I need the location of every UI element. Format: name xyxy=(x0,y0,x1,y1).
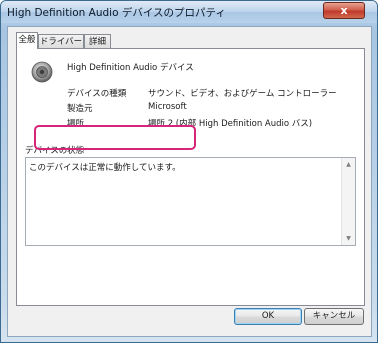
status-scrollbar[interactable]: ▲ ▼ xyxy=(341,158,355,245)
close-icon: x xyxy=(340,4,348,17)
window-title: High Definition Audio デバイスのプロパティ xyxy=(7,7,226,19)
location-label: 場所 xyxy=(67,119,85,129)
tab-details[interactable]: 詳細 xyxy=(84,34,111,49)
manufacturer-label: 製造元 xyxy=(67,104,93,114)
title-bar[interactable]: High Definition Audio デバイスのプロパティ x xyxy=(1,1,377,23)
device-status-textbox[interactable]: このデバイスは正常に動作しています。 ▲ ▼ xyxy=(25,157,356,246)
speaker-icon xyxy=(31,61,53,83)
device-type-label: デバイスの種類 xyxy=(67,89,127,99)
scroll-up-icon[interactable]: ▲ xyxy=(342,158,355,171)
device-status-label: デバイスの状態 xyxy=(25,146,85,156)
device-status-text: このデバイスは正常に動作しています。 xyxy=(29,163,181,173)
manufacturer-value: Microsoft xyxy=(148,102,187,112)
location-value: 場所 2 (内部 High Definition Audio バス) xyxy=(148,119,313,129)
general-tab-panel: High Definition Audio デバイス デバイスの種類 サウンド、… xyxy=(16,48,365,306)
close-button[interactable]: x xyxy=(323,2,365,19)
device-type-value: サウンド、ビデオ、およびゲーム コントローラー xyxy=(148,89,337,99)
properties-window: High Definition Audio デバイスのプロパティ x 全般 ドラ… xyxy=(0,0,378,343)
device-name: High Definition Audio デバイス xyxy=(67,63,194,73)
cancel-button[interactable]: キャンセル xyxy=(304,308,364,325)
ok-button[interactable]: OK xyxy=(234,308,302,325)
scroll-down-icon[interactable]: ▼ xyxy=(342,232,355,245)
tab-driver[interactable]: ドライバー xyxy=(38,34,84,49)
tab-general[interactable]: 全般 xyxy=(16,32,38,49)
dialog-client-area: 全般 ドライバー 詳細 High Definition Audio デバイス デ… xyxy=(7,26,372,337)
